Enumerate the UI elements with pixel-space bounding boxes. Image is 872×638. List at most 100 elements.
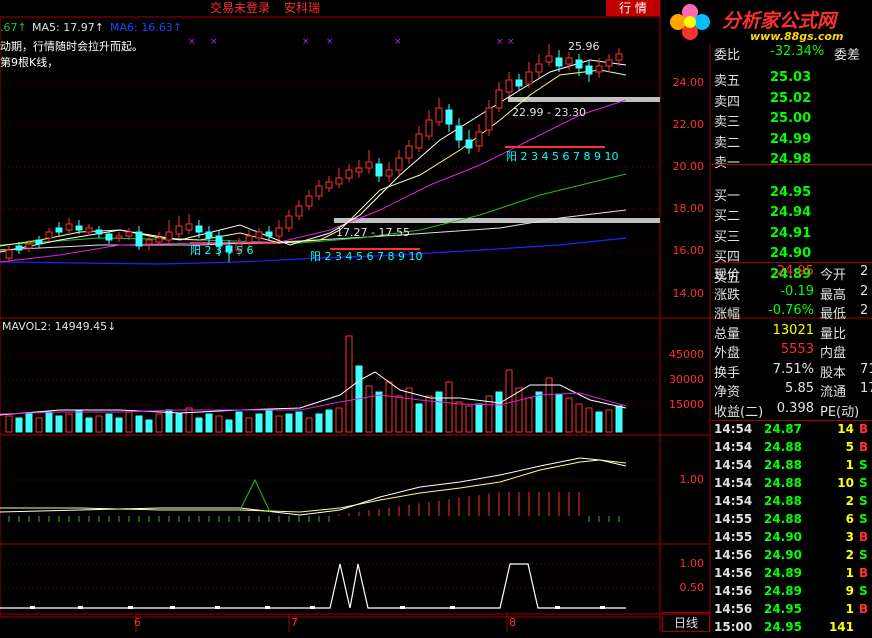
event-markers: × × × × × × × (188, 37, 515, 47)
login-warning[interactable]: 交易未登录 (210, 0, 270, 16)
candle-body (495, 89, 503, 109)
volume-bar (385, 381, 393, 433)
volume-bar (5, 415, 13, 433)
volume-bar (155, 413, 163, 433)
trade-side: S (859, 584, 868, 598)
price-tick: 20.00 (672, 160, 705, 173)
candle-body (305, 195, 313, 207)
stat-label: 今开 (820, 268, 847, 283)
volume-bar (75, 409, 83, 433)
stat-label: 涨幅 (714, 307, 741, 322)
macd-spike (239, 478, 271, 513)
stat-label: 净资 (714, 385, 741, 400)
stat-value: 5553 (780, 342, 814, 357)
candle-body (165, 231, 173, 241)
stat-row: 总量 13021 量比 (712, 323, 872, 342)
trade-side: S (859, 548, 868, 562)
volume-bar (575, 403, 583, 433)
trade-row: 14:54 24.88 5 B (712, 440, 872, 458)
trade-side: S (859, 458, 868, 472)
ask-row[interactable]: 卖四 25.02 (712, 91, 872, 111)
volume-bar (95, 415, 103, 433)
trade-volume: 1 (845, 602, 854, 616)
volume-bar (605, 409, 613, 433)
volume-bar (55, 415, 63, 433)
candle-body (105, 233, 113, 241)
ask-row[interactable]: 卖五 25.03 (712, 70, 872, 90)
candle-body (525, 71, 533, 85)
stat-label: 股本 (820, 365, 847, 381)
x-tick: 7 (291, 616, 298, 629)
level-label: 卖一 (714, 156, 741, 171)
volume-bar (495, 391, 503, 433)
volume-bar (275, 415, 283, 433)
volume-bar (305, 417, 313, 433)
volume-bar (65, 413, 73, 433)
trade-row: 14:54 24.88 1 S (712, 458, 872, 476)
volume-tick: 30000 (669, 373, 704, 386)
trade-time: 14:54 (714, 458, 753, 472)
candle-body (85, 227, 93, 233)
trade-volume: 6 (845, 512, 854, 526)
svg-text:×: × (188, 37, 196, 47)
ma-line-white (0, 209, 627, 251)
candle-body (455, 125, 463, 141)
order-ratio-row: 委比 -32.34% 委差 (712, 44, 872, 64)
stat-label: 现价 (714, 268, 741, 283)
ask-row[interactable]: 卖二 24.99 (712, 132, 872, 152)
candle-body (45, 231, 53, 239)
macd-bars (8, 492, 620, 522)
stat-label: 外盘 (714, 346, 741, 361)
bid-row[interactable]: 买三 24.91 (712, 226, 872, 246)
formula-note-1: 动期，行情随时会拉升而起。 (0, 40, 143, 53)
trade-row: 14:54 24.87 14 B (712, 422, 872, 440)
candle-body (515, 79, 523, 87)
ask-row[interactable]: 卖一 24.98 (712, 152, 872, 172)
candle-body (545, 55, 553, 63)
order-ratio-value: -32.34% (770, 44, 825, 59)
volume-bar (365, 385, 373, 433)
candle-body (355, 167, 363, 173)
ask-row[interactable]: 卖三 25.00 (712, 111, 872, 131)
high-price-label: 25.96 (568, 40, 600, 53)
candle-body (5, 249, 13, 259)
stat-label: 总量 (714, 326, 741, 342)
stat-value: -0.76% (768, 303, 814, 318)
candle-body (295, 205, 303, 217)
tab-quote[interactable]: 行 情 (606, 0, 660, 16)
bid-row[interactable]: 买一 24.95 (712, 185, 872, 205)
trade-row: 14:56 24.89 9 S (712, 584, 872, 602)
bid-row[interactable]: 买二 24.94 (712, 205, 872, 225)
level-price: 25.03 (770, 70, 812, 85)
volume-bar (585, 407, 593, 433)
candle-body (15, 245, 23, 251)
tab-daily[interactable]: 日线 (662, 612, 710, 632)
stat-value: 5.85 (785, 381, 814, 396)
volume-bar (395, 395, 403, 433)
trade-time: 14:55 (714, 512, 753, 526)
stat-label: 流通 (820, 385, 847, 400)
trade-row: 14:56 24.95 1 B (712, 602, 872, 620)
trade-time: 14:56 (714, 548, 753, 562)
trade-time: 14:54 (714, 440, 753, 454)
volume-bar (35, 417, 43, 433)
stat-row: 涨幅 -0.76% 最低 2 (712, 303, 872, 322)
volume-bar (205, 413, 213, 433)
volume-bar (325, 409, 333, 433)
trade-volume: 1 (845, 566, 854, 580)
volume-bar (515, 387, 523, 433)
stat-row: 外盘 5553 内盘 (712, 342, 872, 361)
volume-bar (225, 419, 233, 433)
trade-time: 14:56 (714, 584, 753, 598)
bid-row[interactable]: 买四 24.90 (712, 246, 872, 266)
trade-price: 24.89 (764, 566, 802, 580)
volume-bar (455, 401, 463, 433)
svg-text:×: × (302, 37, 310, 47)
candle-body (205, 231, 213, 239)
volume-bar (265, 409, 273, 433)
volume-bar (445, 381, 453, 433)
trade-time: 14:56 (714, 602, 753, 616)
stat-label: 内盘 (820, 346, 847, 361)
candle-body (615, 53, 623, 61)
ma5-label: MA5: 17.97↑ (32, 21, 104, 34)
